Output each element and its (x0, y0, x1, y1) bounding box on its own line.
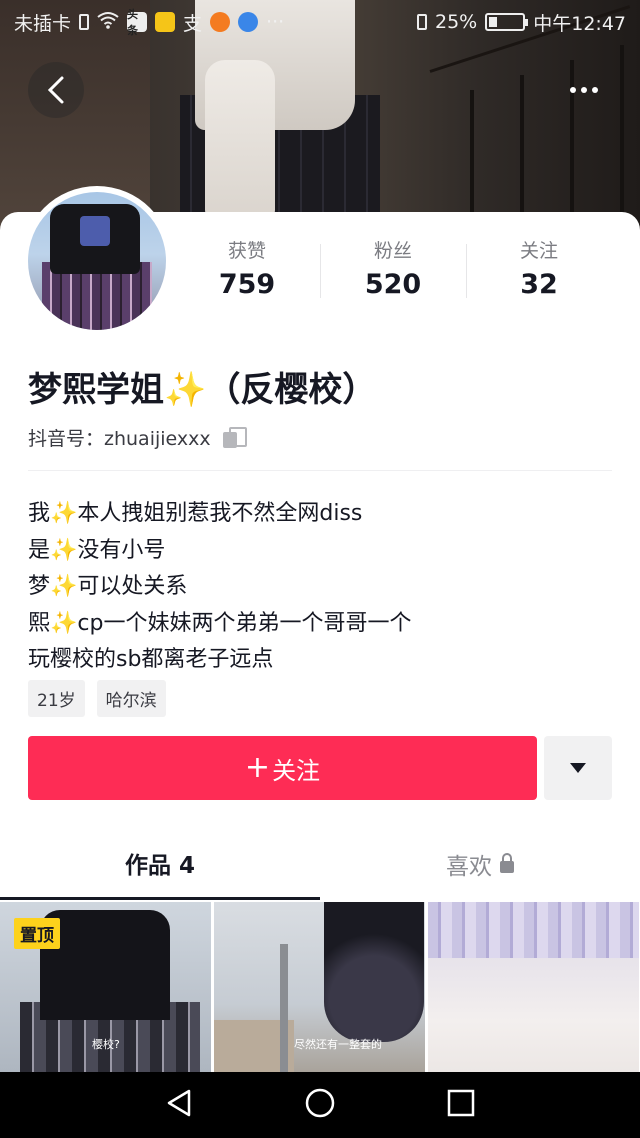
wifi-icon (97, 11, 119, 34)
video-caption: 樱校? (92, 1038, 120, 1051)
cover-figure-arm (205, 60, 275, 230)
stat-value: 759 (218, 269, 276, 300)
profile-tags: 21岁 哈尔滨 (28, 680, 166, 717)
video-grid: 置顶 樱校? 尽然还有一整套的 (0, 902, 640, 1072)
stat-label: 粉丝 (373, 240, 412, 262)
more-options-button[interactable] (556, 62, 612, 118)
lock-icon (500, 853, 514, 873)
location-tag[interactable]: 哈尔滨 (96, 680, 166, 717)
plus-icon: + (244, 750, 271, 785)
battery-percent: 25% (435, 11, 478, 33)
video-thumbnail[interactable] (428, 902, 639, 1072)
triangle-back-icon (168, 1089, 191, 1117)
chevron-left-icon (47, 76, 64, 104)
stat-value: 32 (520, 269, 558, 300)
stat-followers[interactable]: 粉丝 520 (320, 236, 466, 306)
clock: 中午12:47 (533, 12, 626, 35)
thumbnail-tower (280, 944, 288, 1072)
pinned-badge: 置顶 (14, 918, 60, 949)
profile-name: 梦熙学姐✨（反樱校） (28, 370, 377, 410)
stat-label: 关注 (519, 240, 558, 262)
back-button[interactable] (28, 62, 84, 118)
caret-down-icon (570, 763, 586, 773)
profile-bio: 我✨本人拽姐别惹我不然全网diss 是✨没有小号 梦✨可以处关系 熙✨cp一个妹… (28, 496, 618, 679)
nav-home-button[interactable] (304, 1087, 336, 1123)
status-bar: 未插卡 头条 支 ··· 25% 中午12:47 (0, 0, 640, 44)
sim-icon (79, 14, 90, 30)
bio-line: 梦✨可以处关系 (28, 574, 188, 599)
video-thumbnail[interactable]: 尽然还有一整套的 (214, 902, 425, 1072)
bio-line: 是✨没有小号 (28, 537, 166, 563)
avatar-image (28, 192, 166, 330)
age-tag: 21岁 (28, 680, 85, 717)
nav-back-button[interactable] (165, 1088, 193, 1122)
stat-following[interactable]: 关注 32 (466, 236, 612, 306)
toutiao-app-icon: 头条 (127, 8, 148, 37)
dot-icon (592, 87, 598, 93)
thumbnail-dress (324, 902, 424, 1042)
bio-line: 熙✨cp一个妹妹两个弟弟一个哥哥一个 (28, 610, 412, 636)
tab-likes[interactable]: 喜欢 (320, 828, 640, 900)
stat-value: 520 (364, 269, 422, 300)
avatar-shirt-print (80, 216, 110, 246)
douyin-id-row: 抖音号：zhuaijiexxx (28, 424, 247, 451)
follow-label: 关注 (272, 756, 321, 785)
carrier-text: 未插卡 (14, 12, 72, 35)
avatar[interactable] (22, 186, 172, 336)
bio-line: 玩樱校的sb都离老子远点 (28, 647, 274, 672)
bio-line: 我✨本人拽姐别惹我不然全网diss (28, 501, 363, 526)
battery-icon (485, 13, 529, 31)
tab-likes-label: 喜欢 (446, 854, 492, 880)
cover-railing-post (620, 45, 624, 240)
recommend-dropdown-button[interactable] (544, 736, 612, 800)
profile-stats: 获赞 759 粉丝 520 关注 32 (174, 236, 640, 306)
copy-icon[interactable] (222, 426, 247, 449)
follow-button[interactable]: + 关注 (28, 736, 537, 800)
divider (28, 470, 612, 471)
circle-home-icon (305, 1088, 335, 1118)
app-notification-icon (155, 12, 176, 32)
video-caption: 尽然还有一整套的 (294, 1038, 382, 1051)
square-recents-icon (447, 1089, 474, 1117)
nav-recents-button[interactable] (447, 1089, 475, 1121)
video-thumbnail[interactable]: 置顶 樱校? (0, 902, 211, 1072)
douyin-id: 抖音号：zhuaijiexxx (28, 428, 211, 450)
profile-tabs: 作品 4 喜欢 (0, 828, 640, 900)
browser-app-icon (238, 12, 259, 32)
vibrate-icon (417, 14, 427, 30)
more-notifications-icon: ··· (266, 11, 285, 33)
tab-works[interactable]: 作品 4 (0, 828, 320, 900)
uc-browser-icon (210, 12, 231, 32)
dot-icon (570, 87, 576, 93)
thumbnail-plaid (428, 902, 639, 958)
dot-icon (581, 87, 587, 93)
stat-likes[interactable]: 获赞 759 (174, 236, 320, 306)
stat-label: 获赞 (227, 240, 266, 262)
tab-works-label: 作品 4 (124, 852, 195, 879)
alipay-icon: 支 (183, 12, 203, 35)
system-nav-bar (0, 1072, 640, 1138)
